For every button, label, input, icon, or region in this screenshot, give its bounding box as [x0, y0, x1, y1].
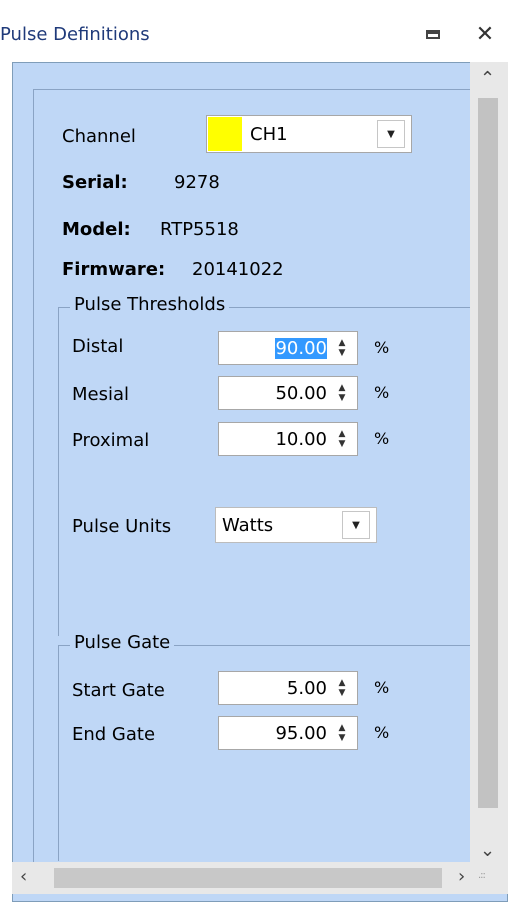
stepper-arrows-icon[interactable]: ▲ ▼ — [331, 678, 353, 698]
distal-value[interactable]: 90.00 — [275, 337, 327, 359]
proximal-unit: % — [374, 429, 390, 448]
chevron-down-icon[interactable]: ▼ — [342, 511, 370, 539]
mesial-stepper[interactable]: 50.00 ▲ ▼ — [218, 376, 358, 410]
serial-label: Serial: — [62, 172, 128, 193]
proximal-label: Proximal — [72, 430, 150, 451]
pin-icon[interactable] — [420, 22, 446, 46]
proximal-value[interactable]: 10.00 — [219, 429, 331, 450]
mesial-unit: % — [374, 383, 390, 402]
start-gate-value[interactable]: 5.00 — [219, 678, 331, 699]
start-gate-label: Start Gate — [72, 680, 165, 701]
pulse-units-label: Pulse Units — [72, 516, 172, 537]
model-value: RTP5518 — [160, 219, 239, 240]
channel-label: Channel — [62, 126, 136, 147]
channel-value: CH1 — [250, 123, 288, 145]
pulse-units-value: Watts — [222, 514, 274, 536]
mesial-label: Mesial — [72, 384, 130, 405]
window-title: Pulse Definitions — [0, 24, 150, 45]
start-gate-stepper[interactable]: 5.00 ▲ ▼ — [218, 671, 358, 705]
resize-grip-icon[interactable]: .:: — [478, 870, 486, 881]
scroll-down-icon[interactable]: ⌄ — [480, 840, 495, 861]
title-bar: Pulse Definitions ✕ — [0, 4, 508, 62]
proximal-stepper[interactable]: 10.00 ▲ ▼ — [218, 422, 358, 456]
end-gate-unit: % — [374, 723, 390, 742]
channel-color-swatch — [208, 117, 242, 151]
end-gate-label: End Gate — [72, 724, 156, 745]
end-gate-stepper[interactable]: 95.00 ▲ ▼ — [218, 716, 358, 750]
vertical-scrollbar[interactable]: ⌃ ⌄ — [470, 62, 508, 867]
horizontal-scroll-thumb[interactable] — [54, 868, 442, 888]
pulse-units-select[interactable]: Watts ▼ — [215, 507, 377, 543]
stepper-arrows-icon[interactable]: ▲ ▼ — [331, 338, 353, 358]
close-icon[interactable]: ✕ — [472, 22, 498, 47]
stepper-arrows-icon[interactable]: ▲ ▼ — [331, 429, 353, 449]
vertical-scroll-thumb[interactable] — [478, 98, 498, 808]
distal-label: Distal — [72, 336, 124, 357]
serial-value: 9278 — [174, 172, 220, 193]
start-gate-unit: % — [374, 678, 390, 697]
horizontal-scrollbar[interactable]: ‹ › — [12, 862, 508, 894]
stepper-arrows-icon[interactable]: ▲ ▼ — [331, 383, 353, 403]
chevron-down-icon[interactable]: ▼ — [377, 120, 405, 148]
scroll-left-icon[interactable]: ‹ — [20, 866, 27, 887]
firmware-value: 20141022 — [192, 259, 284, 280]
model-label: Model: — [62, 219, 131, 240]
pulse-gate-title: Pulse Gate — [70, 632, 175, 653]
end-gate-value[interactable]: 95.00 — [219, 723, 331, 744]
channel-select[interactable]: CH1 ▼ — [206, 115, 412, 153]
stepper-arrows-icon[interactable]: ▲ ▼ — [331, 723, 353, 743]
scroll-up-icon[interactable]: ⌃ — [480, 68, 495, 89]
pulse-thresholds-title: Pulse Thresholds — [70, 294, 230, 315]
firmware-label: Firmware: — [62, 259, 166, 280]
distal-unit: % — [374, 338, 390, 357]
distal-stepper[interactable]: 90.00 ▲ ▼ — [218, 331, 358, 365]
mesial-value[interactable]: 50.00 — [219, 383, 331, 404]
scroll-right-icon[interactable]: › — [458, 866, 465, 887]
